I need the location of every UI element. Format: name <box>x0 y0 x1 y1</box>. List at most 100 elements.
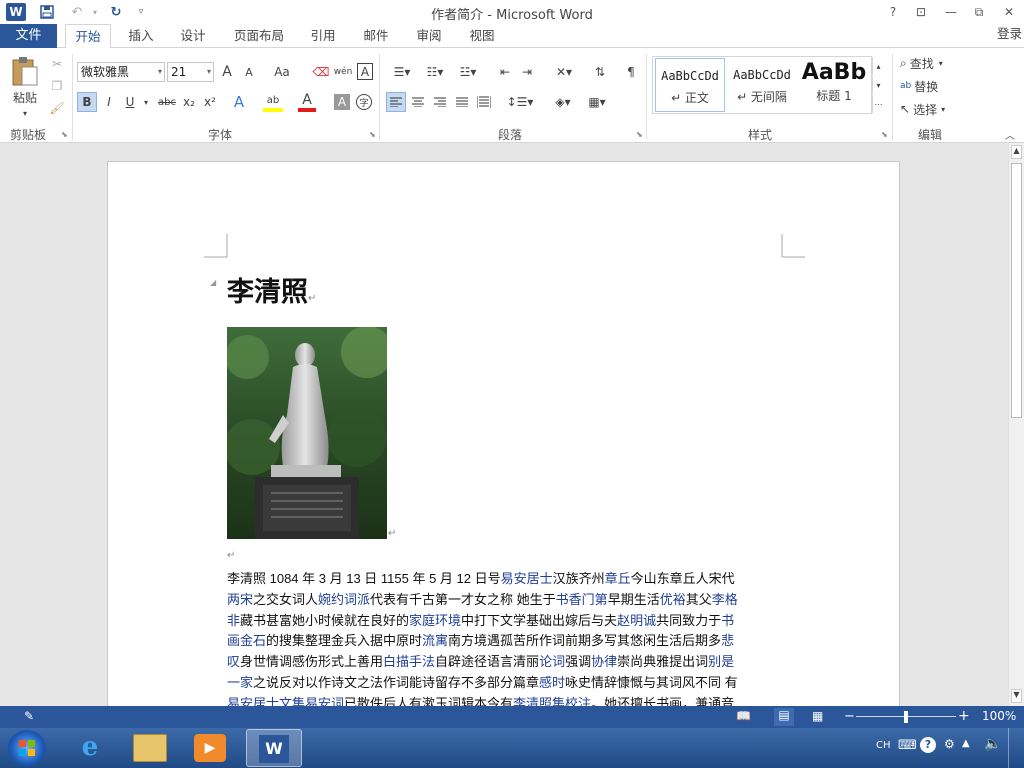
hyperlink[interactable]: 章丘 <box>605 571 631 586</box>
taskbar-word-button[interactable]: W <box>246 729 302 767</box>
hyperlink[interactable]: 家庭环境 <box>409 613 461 628</box>
character-shading-icon[interactable]: A <box>334 94 350 110</box>
show-hidden-icons-icon[interactable]: ▲ <box>962 738 970 749</box>
zoom-out-icon[interactable]: − <box>844 709 855 724</box>
align-right-icon[interactable] <box>430 92 450 112</box>
font-size-combo[interactable]: 21 ▾ <box>167 62 214 82</box>
keyboard-icon[interactable]: ⌨ <box>898 738 917 753</box>
input-language-indicator[interactable]: CH <box>876 740 891 751</box>
hyperlink[interactable]: 画金石 <box>227 633 266 648</box>
replace-button[interactable]: ab 替换 <box>900 77 970 95</box>
underline-dropdown-icon[interactable]: ▾ <box>142 96 150 108</box>
paragraph-launcher-icon[interactable]: ⬊ <box>636 130 643 139</box>
hyperlink[interactable]: 两宋 <box>227 592 253 607</box>
subscript-button[interactable]: x₂ <box>180 92 198 112</box>
style-heading-1[interactable]: AaBb 标题 1 <box>800 58 868 112</box>
bold-button[interactable]: B <box>77 92 97 112</box>
show-desktop-button[interactable] <box>1008 728 1024 768</box>
hyperlink[interactable]: 优裕 <box>660 592 686 607</box>
zoom-level[interactable]: 100% <box>982 709 1016 723</box>
internet-explorer-icon[interactable]: e <box>70 732 110 764</box>
align-left-icon[interactable] <box>386 92 406 112</box>
underline-button[interactable]: U <box>121 92 139 112</box>
tab-references[interactable]: 引用 <box>302 24 344 49</box>
clear-formatting-icon[interactable]: ⌫ <box>313 63 330 81</box>
increase-indent-icon[interactable]: ⇥ <box>518 63 536 81</box>
superscript-button[interactable]: x² <box>201 92 219 112</box>
zoom-in-icon[interactable]: + <box>958 708 970 724</box>
show-marks-icon[interactable]: ¶ <box>622 63 640 81</box>
format-painter-icon[interactable]: 🖌 <box>48 100 66 116</box>
enclose-characters-icon[interactable]: 字 <box>356 94 372 110</box>
hyperlink[interactable]: 易安居士文集 <box>227 696 305 706</box>
decrease-indent-icon[interactable]: ⇤ <box>496 63 514 81</box>
hyperlink[interactable]: 易安词 <box>305 696 344 706</box>
strikethrough-button[interactable]: abc <box>155 92 179 112</box>
styles-launcher-icon[interactable]: ⬊ <box>881 130 888 139</box>
style-normal[interactable]: AaBbCcDd ↵ 正文 <box>655 58 725 112</box>
hyperlink[interactable]: 白描手法 <box>383 654 435 669</box>
styles-scroll-up-icon[interactable]: ▴ <box>872 57 884 75</box>
tab-view[interactable]: 视图 <box>461 24 503 49</box>
hyperlink[interactable]: 赵明诚 <box>617 613 656 628</box>
media-player-icon[interactable]: ▶ <box>194 734 226 762</box>
hyperlink[interactable]: 论词 <box>539 654 565 669</box>
paste-dropdown-icon[interactable]: ▾ <box>20 108 30 118</box>
volume-icon[interactable]: 🔈 <box>984 736 1001 752</box>
tab-review[interactable]: 审阅 <box>408 24 450 49</box>
file-explorer-icon[interactable] <box>133 734 167 762</box>
change-case-icon[interactable]: Aa <box>270 63 294 81</box>
ime-settings-icon[interactable]: ⚙ <box>944 737 955 751</box>
chinese-layout-icon[interactable]: ✕▾ <box>550 63 578 81</box>
collapse-heading-icon[interactable]: ◢ <box>210 278 216 287</box>
hyperlink[interactable]: 李清照集校注 <box>513 696 591 706</box>
vertical-scrollbar[interactable]: ▲ ▼ <box>1008 143 1024 706</box>
help-icon[interactable]: ? <box>882 3 904 21</box>
copy-icon[interactable]: ❐ <box>48 78 66 94</box>
styles-more-icon[interactable]: ⋯ <box>872 95 884 113</box>
paste-icon[interactable] <box>8 54 42 88</box>
distributed-icon[interactable] <box>474 92 494 112</box>
borders-icon[interactable]: ▦▾ <box>582 92 612 112</box>
ribbon-display-options-icon[interactable]: ⊡ <box>910 3 932 21</box>
scroll-thumb[interactable] <box>1011 163 1022 418</box>
font-name-combo[interactable]: 微软雅黑 ▾ <box>77 62 165 82</box>
hyperlink[interactable]: 感时 <box>539 675 565 690</box>
shading-icon[interactable]: ◈▾ <box>548 92 578 112</box>
phonetic-guide-icon[interactable]: wén <box>333 62 353 82</box>
document-body-text[interactable]: 李清照 1084 年 3 月 13 日 1155 年 5 月 12 日号易安居士… <box>227 569 787 706</box>
numbering-icon[interactable]: ☷▾ <box>420 63 450 81</box>
select-button[interactable]: ↖ 选择 ▾ <box>900 100 970 118</box>
hyperlink[interactable]: 易安居士 <box>501 571 553 586</box>
justify-icon[interactable] <box>452 92 472 112</box>
character-border-icon[interactable]: A <box>357 63 373 80</box>
tab-layout[interactable]: 页面布局 <box>226 24 292 49</box>
grow-font-icon[interactable]: A <box>219 63 235 81</box>
hyperlink[interactable]: 流寓 <box>422 633 448 648</box>
hyperlink[interactable]: 书香门第 <box>556 592 608 607</box>
restore-icon[interactable]: ⧉ <box>968 3 990 21</box>
hyperlink[interactable]: 悲 <box>721 633 734 648</box>
sign-in-link[interactable]: 登录 <box>997 24 1022 44</box>
find-button[interactable]: ⌕ 查找 ▾ <box>900 54 970 72</box>
cut-icon[interactable]: ✂ <box>48 56 66 72</box>
hyperlink[interactable]: 别是 <box>708 654 734 669</box>
styles-scroll-down-icon[interactable]: ▾ <box>872 76 884 94</box>
hyperlink[interactable]: 叹 <box>227 654 240 669</box>
italic-button[interactable]: I <box>100 92 118 112</box>
tab-insert[interactable]: 插入 <box>120 24 162 49</box>
read-mode-icon[interactable]: 📖 <box>736 709 754 725</box>
line-spacing-icon[interactable]: ↕☰▾ <box>505 92 535 112</box>
multilevel-list-icon[interactable]: ☳▾ <box>453 63 483 81</box>
font-color-icon[interactable]: A <box>298 92 316 112</box>
statue-photo[interactable] <box>227 327 387 539</box>
bullets-icon[interactable]: ☰▾ <box>387 63 417 81</box>
tab-file[interactable]: 文件 <box>0 24 57 48</box>
text-effects-icon[interactable]: A <box>230 92 248 112</box>
tab-design[interactable]: 设计 <box>172 24 214 49</box>
hyperlink[interactable]: 李格 <box>712 592 738 607</box>
proofing-icon[interactable]: ✎ <box>24 709 40 725</box>
minimize-icon[interactable]: — <box>940 3 962 21</box>
tab-mailings[interactable]: 邮件 <box>355 24 397 49</box>
document-heading[interactable]: 李清照↵ <box>227 270 316 309</box>
